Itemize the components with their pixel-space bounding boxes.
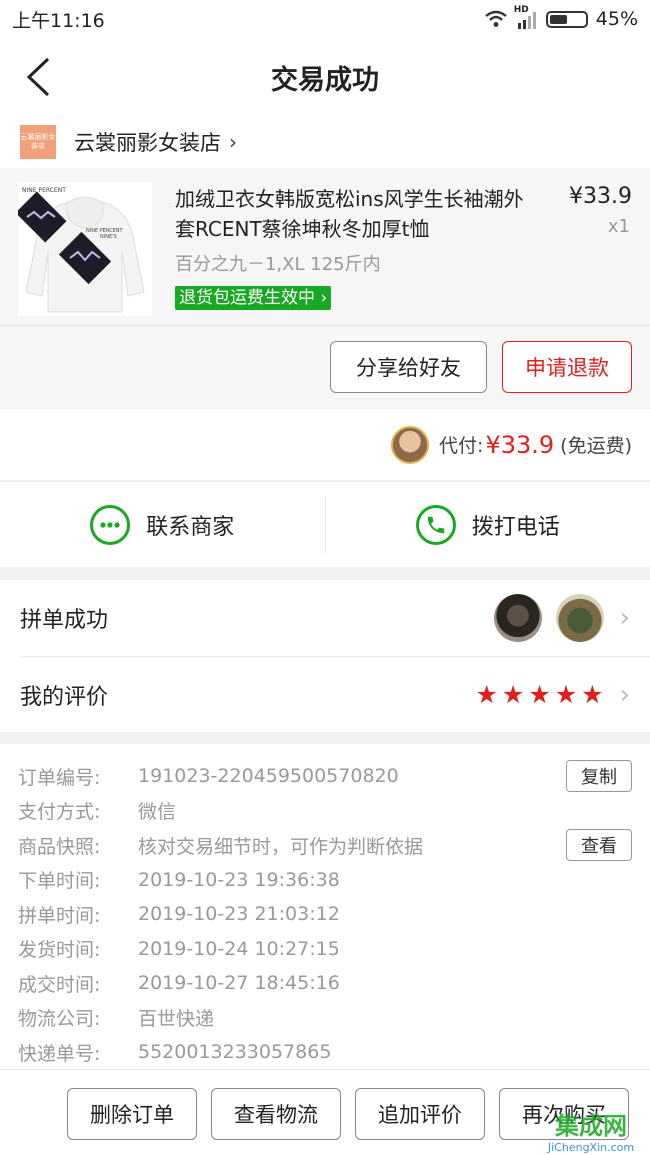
detail-label: 拼单时间:: [18, 904, 101, 927]
network-label: HD: [513, 5, 529, 15]
watermark: 集成网 JiChengXin.com: [532, 1105, 650, 1155]
detail-label: 订单编号:: [18, 766, 101, 789]
battery-icon: [545, 10, 588, 28]
detail-row-carrier: 物流公司: 百世快递: [0, 1001, 650, 1036]
add-review-button[interactable]: 追加评价: [355, 1088, 485, 1140]
detail-label: 商品快照:: [18, 835, 101, 858]
product-title: 加绒卫衣女韩版宽松ins风学生长袖潮外套RCENT蔡徐坤秋冬加厚t恤: [175, 187, 524, 241]
page-title: 交易成功: [271, 64, 379, 96]
star-icon: ★: [581, 680, 604, 709]
star-icon: ★: [554, 680, 578, 709]
my-review-label: 我的评价: [20, 684, 109, 710]
contact-merchant-button[interactable]: 联系商家: [0, 482, 325, 567]
detail-row-group-time: 拼单时间: 2019-10-23 21:03:12: [0, 897, 650, 932]
my-review-row[interactable]: 我的评价 ★ ★ ★ ★ ★ ›: [20, 656, 650, 732]
chevron-right-icon: ›: [619, 679, 630, 710]
status-time: 上午11:16: [12, 9, 105, 32]
ship-time: 2019-10-24 10:27:15: [138, 937, 340, 960]
detail-label: 快递单号:: [18, 1042, 101, 1065]
product-quantity: x1: [607, 216, 630, 237]
detail-label: 支付方式:: [18, 801, 101, 824]
back-button[interactable]: [18, 54, 58, 100]
shop-logo: 云裳丽影女装店: [20, 125, 56, 159]
detail-row-complete-time: 成交时间: 2019-10-27 18:45:16: [0, 966, 650, 1001]
payment-summary: 代付: ¥33.9 (免运费): [0, 408, 650, 480]
wifi-icon: [485, 10, 507, 27]
tracking-number: 5520013233057865: [138, 1041, 332, 1064]
detail-label: 物流公司:: [18, 1008, 101, 1031]
view-logistics-button[interactable]: 查看物流: [211, 1088, 341, 1140]
detail-row-ship-time: 发货时间: 2019-10-24 10:27:15: [0, 932, 650, 967]
order-time: 2019-10-23 19:36:38: [138, 868, 340, 891]
chevron-right-icon: ›: [315, 288, 328, 308]
group-success-row[interactable]: 拼单成功 ›: [0, 580, 650, 656]
shipping-note: (免运费): [560, 435, 632, 457]
product-image-text-sub: NINE'S: [100, 234, 117, 240]
order-number: 191023-220459500570820: [138, 765, 399, 788]
payment-amount: ¥33.9: [485, 430, 555, 459]
detail-label: 发货时间:: [18, 939, 101, 962]
return-shipping-badge[interactable]: 退货包运费生效中 ›: [175, 286, 332, 310]
avatar: [555, 594, 604, 642]
complete-time: 2019-10-27 18:45:16: [138, 972, 340, 995]
share-button[interactable]: 分享给好友: [330, 341, 487, 393]
phone-icon: [415, 504, 456, 545]
contact-bar: 联系商家 拨打电话: [0, 481, 650, 567]
star-icon: ★: [501, 680, 525, 709]
star-icon: ★: [528, 680, 551, 709]
chevron-right-icon: ›: [229, 130, 237, 154]
watermark-logo: 集成网: [555, 1112, 627, 1140]
call-label: 拨打电话: [471, 514, 560, 540]
detail-row-order-time: 下单时间: 2019-10-23 19:36:38: [0, 863, 650, 898]
copy-button[interactable]: 复制: [566, 760, 632, 793]
payment-label: 代付:: [439, 435, 484, 457]
detail-label: 成交时间:: [18, 973, 101, 996]
bottom-action-bar: 删除订单 查看物流 追加评价 再次购买 集成网 JiChengXin.com: [0, 1069, 650, 1155]
return-shipping-label: 退货包运费生效中: [179, 288, 315, 308]
status-bar: 上午11:16 HD 45%: [0, 0, 650, 38]
product-image-text-top: NINE PERCENT: [22, 187, 66, 194]
product-image[interactable]: NINE PERCENT NINE PERCENT NINE'S: [18, 182, 152, 316]
avatar: [493, 594, 542, 642]
carrier: 百世快递: [138, 1008, 215, 1031]
detail-row-payment-method: 支付方式: 微信: [0, 794, 650, 829]
detail-label: 下单时间:: [18, 870, 101, 893]
group-success-label: 拼单成功: [20, 608, 109, 633]
chevron-left-icon: [26, 57, 50, 97]
divider: [0, 325, 650, 326]
refund-button[interactable]: 申请退款: [502, 341, 632, 393]
payer-avatar: [391, 425, 430, 464]
watermark-url: JiChengXin.com: [547, 1141, 635, 1154]
battery-percent: 45%: [595, 8, 638, 30]
order-details: 订单编号: 191023-220459500570820 复制 支付方式: 微信…: [0, 744, 650, 1069]
rating-stars: ★ ★ ★ ★ ★: [475, 680, 603, 709]
goods-card[interactable]: NINE PERCENT NINE PERCENT NINE'S 加绒卫衣女韩版…: [0, 168, 650, 408]
chat-icon: [90, 504, 131, 545]
nav-bar: 交易成功: [0, 38, 650, 116]
shop-name: 云裳丽影女装店: [74, 131, 221, 155]
group-time: 2019-10-23 21:03:12: [138, 903, 340, 926]
chevron-right-icon: ›: [619, 603, 630, 633]
product-price: ¥33.9: [569, 184, 632, 209]
delete-order-button[interactable]: 删除订单: [67, 1088, 197, 1140]
snapshot-hint: 核对交易细节时，可作为判断依据: [138, 835, 424, 858]
payment-method: 微信: [138, 801, 177, 824]
detail-row-tracking: 快递单号: 5520013233057865: [0, 1035, 650, 1070]
shop-link[interactable]: 云裳丽影女装店 云裳丽影女装店 ›: [0, 116, 650, 168]
group-section: 拼单成功 › 我的评价 ★ ★ ★ ★ ★ ›: [0, 580, 650, 732]
call-button[interactable]: 拨打电话: [326, 482, 650, 567]
detail-row-snapshot: 商品快照: 核对交易细节时，可作为判断依据 查看: [0, 828, 650, 863]
contact-merchant-label: 联系商家: [146, 514, 235, 540]
star-icon: ★: [475, 680, 498, 709]
product-sku: 百分之九－1,XL 125斤内: [175, 254, 381, 275]
detail-row-order-number: 订单编号: 191023-220459500570820 复制: [0, 759, 650, 794]
view-snapshot-button[interactable]: 查看: [566, 829, 632, 862]
